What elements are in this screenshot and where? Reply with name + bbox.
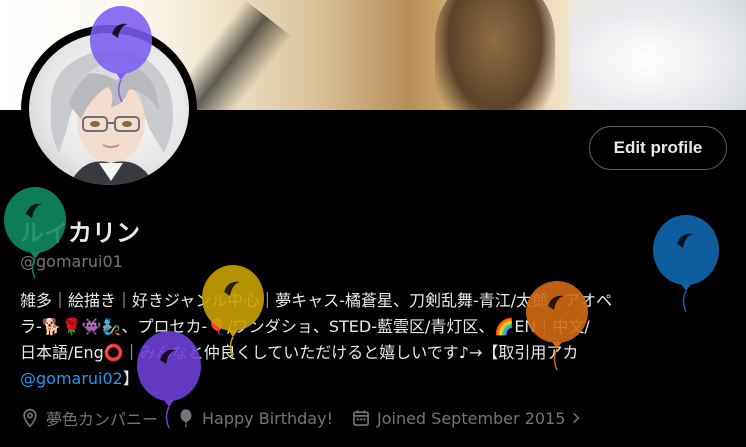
yellow-balloon	[202, 265, 264, 359]
green-balloon	[4, 187, 66, 279]
bio-mention-link[interactable]: @gomarui02	[20, 369, 123, 388]
profile-page: Edit profile ルイカリン @gomarui01 雑多｜絵描き｜好きジ…	[0, 0, 746, 447]
joined-text: Joined September 2015	[376, 408, 566, 428]
bio-line-2: ラ-🐕🌹👾🧞、プロセカ-🎈/ワンダショ、STED-藍雲区/青灯区、🌈EN｜中文/	[20, 317, 590, 336]
banner-figure-shape	[435, 0, 555, 110]
edit-profile-button[interactable]: Edit profile	[589, 126, 727, 170]
birthday-text: Happy Birthday!	[202, 408, 333, 428]
chevron-right-icon	[573, 412, 580, 424]
purple-balloon-top	[90, 6, 152, 103]
orange-balloon	[526, 281, 588, 371]
location-pin-icon	[23, 408, 37, 428]
profile-meta-row: 夢色カンパニー Happy Birthday! Joined September…	[20, 406, 607, 430]
calendar-icon	[353, 410, 369, 426]
blue-balloon	[653, 215, 719, 313]
bio: 雑多｜絵描き｜好きジャンル中心｜夢キャス-橘蒼星、刀剣乱舞-青江/太郎、アオペ …	[20, 288, 720, 392]
bio-line-4: @gomarui02】	[20, 366, 720, 392]
joined-item: Joined September 2015	[351, 408, 589, 428]
bio-line-3: 日本語/Eng⭕｜みんなと仲良くしていただけると嬉しいです♪→【取引用アカ	[20, 343, 579, 362]
bio-line-1: 雑多｜絵描き｜好きジャンル中心｜夢キャス-橘蒼星、刀剣乱舞-青江/太郎、アオペ	[20, 291, 613, 310]
banner-cloth-shape	[570, 0, 746, 110]
violet-balloon	[137, 331, 201, 429]
